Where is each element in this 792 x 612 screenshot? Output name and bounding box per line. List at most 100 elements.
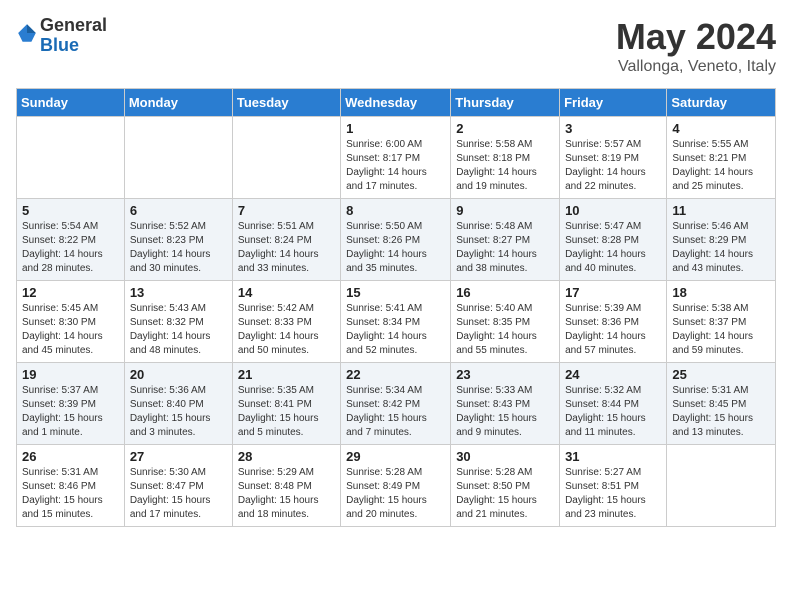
calendar-cell: 11Sunrise: 5:46 AM Sunset: 8:29 PM Dayli…	[667, 199, 776, 281]
day-number: 5	[22, 203, 119, 218]
day-info: Sunrise: 5:41 AM Sunset: 8:34 PM Dayligh…	[346, 302, 445, 358]
day-info: Sunrise: 5:52 AM Sunset: 8:23 PM Dayligh…	[130, 220, 227, 276]
day-info: Sunrise: 5:46 AM Sunset: 8:29 PM Dayligh…	[672, 220, 770, 276]
day-number: 6	[130, 203, 227, 218]
day-info: Sunrise: 5:37 AM Sunset: 8:39 PM Dayligh…	[22, 384, 119, 440]
calendar-cell: 21Sunrise: 5:35 AM Sunset: 8:41 PM Dayli…	[232, 363, 340, 445]
calendar-cell: 10 Sunrise: 5:47 AM Sunset: 8:28 PM Dayli…	[560, 199, 667, 281]
calendar-cell: 27Sunrise: 5:30 AM Sunset: 8:47 PM Dayli…	[124, 445, 232, 527]
week-row-3: 12 Sunrise: 5:45 AM Sunset: 8:30 PM Dayli…	[17, 281, 776, 363]
calendar-cell: 28 Sunrise: 5:29 AM Sunset: 8:48 PM Dayli…	[232, 445, 340, 527]
calendar-cell: 7Sunrise: 5:51 AM Sunset: 8:24 PM Daylig…	[232, 199, 340, 281]
day-info: Sunrise: 5:30 AM Sunset: 8:47 PM Dayligh…	[130, 466, 227, 522]
day-info: Sunrise: 5:45 AM Sunset: 8:30 PM Dayligh…	[22, 302, 119, 358]
week-row-5: 26Sunrise: 5:31 AM Sunset: 8:46 PM Dayli…	[17, 445, 776, 527]
day-info: Sunrise: 5:32 AM Sunset: 8:44 PM Dayligh…	[565, 384, 661, 440]
calendar-cell: 12 Sunrise: 5:45 AM Sunset: 8:30 PM Dayli…	[17, 281, 125, 363]
calendar-cell	[124, 117, 232, 199]
title-block: May 2024 Vallonga, Veneto, Italy	[616, 16, 776, 76]
day-info: Sunrise: 6:00 AM Sunset: 8:17 PM Dayligh…	[346, 138, 445, 194]
day-number: 10	[565, 203, 661, 218]
day-number: 17	[565, 285, 661, 300]
calendar-cell	[17, 117, 125, 199]
calendar-cell: 31Sunrise: 5:27 AM Sunset: 8:51 PM Dayli…	[560, 445, 667, 527]
calendar-cell	[232, 117, 340, 199]
day-info: Sunrise: 5:28 AM Sunset: 8:49 PM Dayligh…	[346, 466, 445, 522]
calendar-cell: 19 Sunrise: 5:37 AM Sunset: 8:39 PM Dayli…	[17, 363, 125, 445]
calendar-cell: 17 Sunrise: 5:39 AM Sunset: 8:36 PM Dayli…	[560, 281, 667, 363]
column-header-monday: Monday	[124, 89, 232, 117]
day-number: 13	[130, 285, 227, 300]
day-info: Sunrise: 5:40 AM Sunset: 8:35 PM Dayligh…	[456, 302, 554, 358]
day-number: 12	[22, 285, 119, 300]
calendar-cell: 30 Sunrise: 5:28 AM Sunset: 8:50 PM Dayli…	[451, 445, 560, 527]
day-info: Sunrise: 5:39 AM Sunset: 8:36 PM Dayligh…	[565, 302, 661, 358]
day-info: Sunrise: 5:38 AM Sunset: 8:37 PM Dayligh…	[672, 302, 770, 358]
calendar-header: SundayMondayTuesdayWednesdayThursdayFrid…	[17, 89, 776, 117]
column-header-wednesday: Wednesday	[341, 89, 451, 117]
day-info: Sunrise: 5:34 AM Sunset: 8:42 PM Dayligh…	[346, 384, 445, 440]
calendar-cell: 22Sunrise: 5:34 AM Sunset: 8:42 PM Dayli…	[341, 363, 451, 445]
day-info: Sunrise: 5:47 AM Sunset: 8:28 PM Dayligh…	[565, 220, 661, 276]
day-number: 24	[565, 367, 661, 382]
day-info: Sunrise: 5:48 AM Sunset: 8:27 PM Dayligh…	[456, 220, 554, 276]
day-number: 21	[238, 367, 335, 382]
logo-blue-text: Blue	[40, 35, 79, 55]
calendar-cell: 1 Sunrise: 6:00 AM Sunset: 8:17 PM Daylig…	[341, 117, 451, 199]
column-header-friday: Friday	[560, 89, 667, 117]
day-info: Sunrise: 5:28 AM Sunset: 8:50 PM Dayligh…	[456, 466, 554, 522]
day-info: Sunrise: 5:31 AM Sunset: 8:45 PM Dayligh…	[672, 384, 770, 440]
column-header-thursday: Thursday	[451, 89, 560, 117]
calendar-cell: 26Sunrise: 5:31 AM Sunset: 8:46 PM Dayli…	[17, 445, 125, 527]
calendar-cell: 29Sunrise: 5:28 AM Sunset: 8:49 PM Dayli…	[341, 445, 451, 527]
day-info: Sunrise: 5:27 AM Sunset: 8:51 PM Dayligh…	[565, 466, 661, 522]
column-header-saturday: Saturday	[667, 89, 776, 117]
day-number: 9	[456, 203, 554, 218]
day-info: Sunrise: 5:29 AM Sunset: 8:48 PM Dayligh…	[238, 466, 335, 522]
calendar-cell: 5 Sunrise: 5:54 AM Sunset: 8:22 PM Daylig…	[17, 199, 125, 281]
calendar-cell: 20Sunrise: 5:36 AM Sunset: 8:40 PM Dayli…	[124, 363, 232, 445]
calendar-cell: 4 Sunrise: 5:55 AM Sunset: 8:21 PM Daylig…	[667, 117, 776, 199]
calendar-cell: 16 Sunrise: 5:40 AM Sunset: 8:35 PM Dayli…	[451, 281, 560, 363]
day-info: Sunrise: 5:54 AM Sunset: 8:22 PM Dayligh…	[22, 220, 119, 276]
day-number: 16	[456, 285, 554, 300]
day-number: 15	[346, 285, 445, 300]
calendar-cell: 9 Sunrise: 5:48 AM Sunset: 8:27 PM Daylig…	[451, 199, 560, 281]
logo-general-text: General	[40, 15, 107, 35]
page-header: General Blue May 2024 Vallonga, Veneto, …	[16, 16, 776, 76]
calendar-cell: 15 Sunrise: 5:41 AM Sunset: 8:34 PM Dayli…	[341, 281, 451, 363]
day-number: 25	[672, 367, 770, 382]
day-info: Sunrise: 5:55 AM Sunset: 8:21 PM Dayligh…	[672, 138, 770, 194]
day-number: 2	[456, 121, 554, 136]
location-text: Vallonga, Veneto, Italy	[616, 58, 776, 76]
calendar-cell: 18 Sunrise: 5:38 AM Sunset: 8:37 PM Dayli…	[667, 281, 776, 363]
calendar-cell: 3 Sunrise: 5:57 AM Sunset: 8:19 PM Daylig…	[560, 117, 667, 199]
day-number: 19	[22, 367, 119, 382]
day-info: Sunrise: 5:50 AM Sunset: 8:26 PM Dayligh…	[346, 220, 445, 276]
calendar-cell: 23Sunrise: 5:33 AM Sunset: 8:43 PM Dayli…	[451, 363, 560, 445]
calendar-cell: 13Sunrise: 5:43 AM Sunset: 8:32 PM Dayli…	[124, 281, 232, 363]
calendar-cell: 24 Sunrise: 5:32 AM Sunset: 8:44 PM Dayli…	[560, 363, 667, 445]
day-number: 1	[346, 121, 445, 136]
day-info: Sunrise: 5:31 AM Sunset: 8:46 PM Dayligh…	[22, 466, 119, 522]
week-row-1: 1 Sunrise: 6:00 AM Sunset: 8:17 PM Daylig…	[17, 117, 776, 199]
day-number: 30	[456, 449, 554, 464]
month-title: May 2024	[616, 16, 776, 58]
calendar-body: 1 Sunrise: 6:00 AM Sunset: 8:17 PM Daylig…	[17, 117, 776, 527]
calendar-cell: 2 Sunrise: 5:58 AM Sunset: 8:18 PM Daylig…	[451, 117, 560, 199]
calendar-cell	[667, 445, 776, 527]
logo: General Blue	[16, 16, 107, 56]
day-number: 4	[672, 121, 770, 136]
header-row: SundayMondayTuesdayWednesdayThursdayFrid…	[17, 89, 776, 117]
week-row-4: 19 Sunrise: 5:37 AM Sunset: 8:39 PM Dayli…	[17, 363, 776, 445]
day-number: 7	[238, 203, 335, 218]
day-number: 18	[672, 285, 770, 300]
day-number: 28	[238, 449, 335, 464]
column-header-sunday: Sunday	[17, 89, 125, 117]
day-info: Sunrise: 5:57 AM Sunset: 8:19 PM Dayligh…	[565, 138, 661, 194]
calendar-cell: 6 Sunrise: 5:52 AM Sunset: 8:23 PM Daylig…	[124, 199, 232, 281]
day-info: Sunrise: 5:58 AM Sunset: 8:18 PM Dayligh…	[456, 138, 554, 194]
calendar-cell: 25 Sunrise: 5:31 AM Sunset: 8:45 PM Dayli…	[667, 363, 776, 445]
day-number: 3	[565, 121, 661, 136]
day-number: 20	[130, 367, 227, 382]
